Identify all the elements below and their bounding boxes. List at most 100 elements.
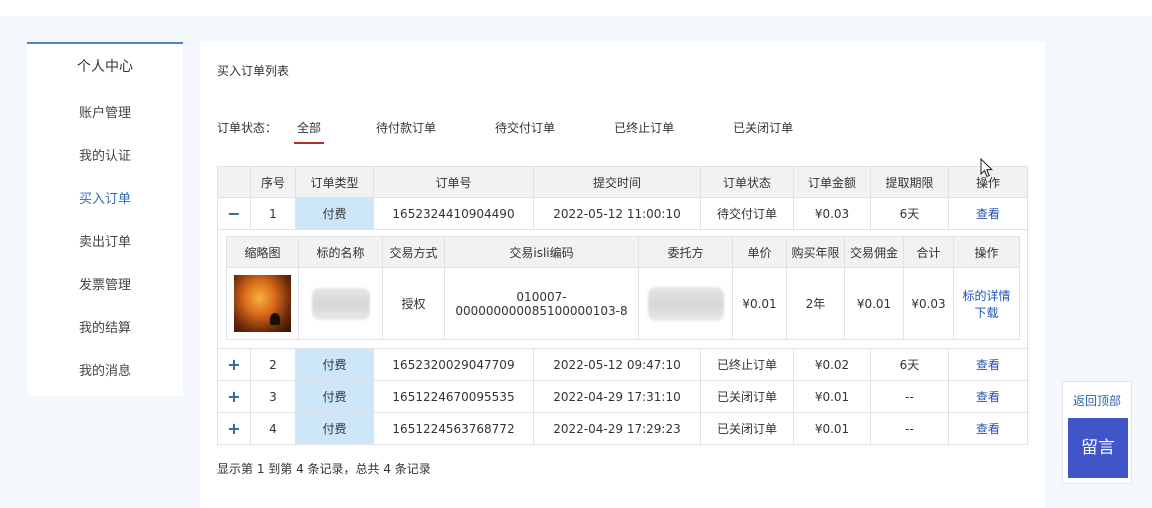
view-cell: 查看 — [948, 348, 1028, 381]
order-type: 付费 — [295, 380, 374, 413]
filter-tab-terminated[interactable]: 已终止订单 — [614, 121, 674, 142]
filter-tab-pending-delivery[interactable]: 待交付订单 — [495, 121, 555, 142]
floating-panel: 返回顶部 留言 — [1062, 381, 1132, 484]
extract-period: 6天 — [870, 197, 949, 230]
purchase-years: 2年 — [786, 267, 845, 340]
filter-tab-pending-payment[interactable]: 待付款订单 — [376, 121, 436, 142]
message-button[interactable]: 留言 — [1068, 418, 1128, 478]
detail-header-row: 缩略图 标的名称 交易方式 交易isli编码 委托方 单价 购买年限 交易佣金 … — [226, 236, 1020, 268]
header-submitted: 提交时间 — [533, 166, 701, 198]
detail-row: 缩略图 标的名称 交易方式 交易isli编码 委托方 单价 购买年限 交易佣金 … — [217, 229, 1028, 349]
detail-header-action: 操作 — [953, 236, 1020, 268]
row-index: 2 — [250, 348, 296, 381]
download-link[interactable]: 下载 — [954, 304, 1019, 321]
detail-header-thumbnail: 缩略图 — [226, 236, 299, 268]
thumbnail-image — [234, 275, 291, 332]
expand-toggle[interactable]: + — [217, 412, 251, 445]
sidebar-item-messages[interactable]: 我的消息 — [27, 350, 183, 393]
order-status: 已终止订单 — [700, 348, 794, 381]
detail-header-method: 交易方式 — [382, 236, 445, 268]
detail-table: 缩略图 标的名称 交易方式 交易isli编码 委托方 单价 购买年限 交易佣金 … — [226, 236, 1020, 340]
commission: ¥0.01 — [844, 267, 904, 340]
order-no: 1652320029047709 — [373, 348, 534, 381]
row-index: 4 — [250, 412, 296, 445]
expand-toggle[interactable]: + — [217, 348, 251, 381]
submit-time: 2022-04-29 17:29:23 — [533, 412, 701, 445]
plus-icon[interactable]: + — [227, 419, 240, 438]
detail-header-commission: 交易佣金 — [844, 236, 904, 268]
order-amount: ¥0.03 — [793, 197, 871, 230]
sidebar-item-certification[interactable]: 我的认证 — [27, 135, 183, 178]
extract-period: -- — [870, 412, 949, 445]
isli-code-line1: 010007- — [516, 289, 567, 304]
view-link[interactable]: 查看 — [976, 207, 1000, 221]
order-no: 1651224670095535 — [373, 380, 534, 413]
sidebar-item-settlement[interactable]: 我的结算 — [27, 307, 183, 350]
extract-period: 6天 — [870, 348, 949, 381]
order-status: 已关闭订单 — [700, 412, 794, 445]
plus-icon[interactable]: + — [227, 387, 240, 406]
plus-icon[interactable]: + — [227, 355, 240, 374]
detail-actions: 标的详情 下载 — [953, 267, 1020, 340]
sidebar-title: 个人中心 — [77, 59, 133, 75]
expand-toggle[interactable]: + — [217, 380, 251, 413]
view-cell: 查看 — [948, 380, 1028, 413]
isli-code-line2: 000000000085100000103-8 — [455, 303, 628, 318]
detail-header-isli: 交易isli编码 — [444, 236, 639, 268]
order-status: 待交付订单 — [700, 197, 794, 230]
row-index: 3 — [250, 380, 296, 413]
header-index: 序号 — [250, 166, 296, 198]
client-cell — [638, 267, 733, 340]
row-index: 1 — [250, 197, 296, 230]
order-amount: ¥0.01 — [793, 380, 871, 413]
order-amount: ¥0.01 — [793, 412, 871, 445]
trade-method: 授权 — [382, 267, 445, 340]
header-period: 提取期限 — [870, 166, 949, 198]
order-status: 已关闭订单 — [700, 380, 794, 413]
detail-header-total: 合计 — [903, 236, 954, 268]
sidebar-item-invoices[interactable]: 发票管理 — [27, 264, 183, 307]
view-link[interactable]: 查看 — [976, 390, 1000, 404]
minus-icon[interactable]: − — [227, 204, 240, 223]
order-amount: ¥0.02 — [793, 348, 871, 381]
target-detail-link[interactable]: 标的详情 — [954, 287, 1019, 304]
back-to-top-link[interactable]: 返回顶部 — [1063, 392, 1131, 409]
table-row: + 2 付费 1652320029047709 2022-05-12 09:47… — [217, 348, 1028, 381]
blurred-client — [647, 286, 724, 321]
view-cell: 查看 — [948, 197, 1028, 230]
view-link[interactable]: 查看 — [976, 358, 1000, 372]
filter-tab-closed[interactable]: 已关闭订单 — [733, 121, 793, 142]
collapse-toggle[interactable]: − — [217, 197, 251, 230]
page-title: 买入订单列表 — [217, 64, 290, 78]
blurred-name — [311, 287, 370, 320]
sidebar-item-sell-orders[interactable]: 卖出订单 — [27, 221, 183, 264]
filter-tab-all[interactable]: 全部 — [294, 121, 325, 144]
detail-header-years: 购买年限 — [786, 236, 845, 268]
mouse-cursor-icon — [980, 158, 994, 178]
unit-price: ¥0.01 — [732, 267, 787, 340]
target-name-cell — [298, 267, 383, 340]
order-status-filter: 订单状态： 全部 待付款订单 待交付订单 已终止订单 已关闭订单 — [217, 121, 852, 144]
order-type: 付费 — [295, 412, 374, 445]
header-toggle — [217, 166, 251, 198]
detail-header-name: 标的名称 — [298, 236, 383, 268]
total: ¥0.03 — [903, 267, 954, 340]
detail-data-row: 授权 010007- 000000000085100000103-8 ¥0.01… — [226, 267, 1020, 340]
thumbnail-cell — [226, 267, 299, 340]
sidebar: 个人中心 账户管理 我的认证 买入订单 卖出订单 发票管理 我的结算 我的消息 — [27, 42, 183, 396]
top-bar — [0, 0, 1152, 16]
filter-label: 订单状态： — [217, 121, 278, 135]
detail-header-price: 单价 — [732, 236, 787, 268]
order-no: 1651224563768772 — [373, 412, 534, 445]
order-type: 付费 — [295, 197, 374, 230]
header-amount: 订单金额 — [793, 166, 871, 198]
orders-table: 序号 订单类型 订单号 提交时间 订单状态 订单金额 提取期限 操作 − 1 付… — [217, 166, 1028, 445]
view-link[interactable]: 查看 — [976, 422, 1000, 436]
submit-time: 2022-05-12 11:00:10 — [533, 197, 701, 230]
order-no: 1652324410904490 — [373, 197, 534, 230]
header-order-no: 订单号 — [373, 166, 534, 198]
order-type: 付费 — [295, 348, 374, 381]
sidebar-item-account[interactable]: 账户管理 — [27, 92, 183, 135]
table-row: + 3 付费 1651224670095535 2022-04-29 17:31… — [217, 380, 1028, 413]
sidebar-item-buy-orders[interactable]: 买入订单 — [27, 178, 183, 221]
